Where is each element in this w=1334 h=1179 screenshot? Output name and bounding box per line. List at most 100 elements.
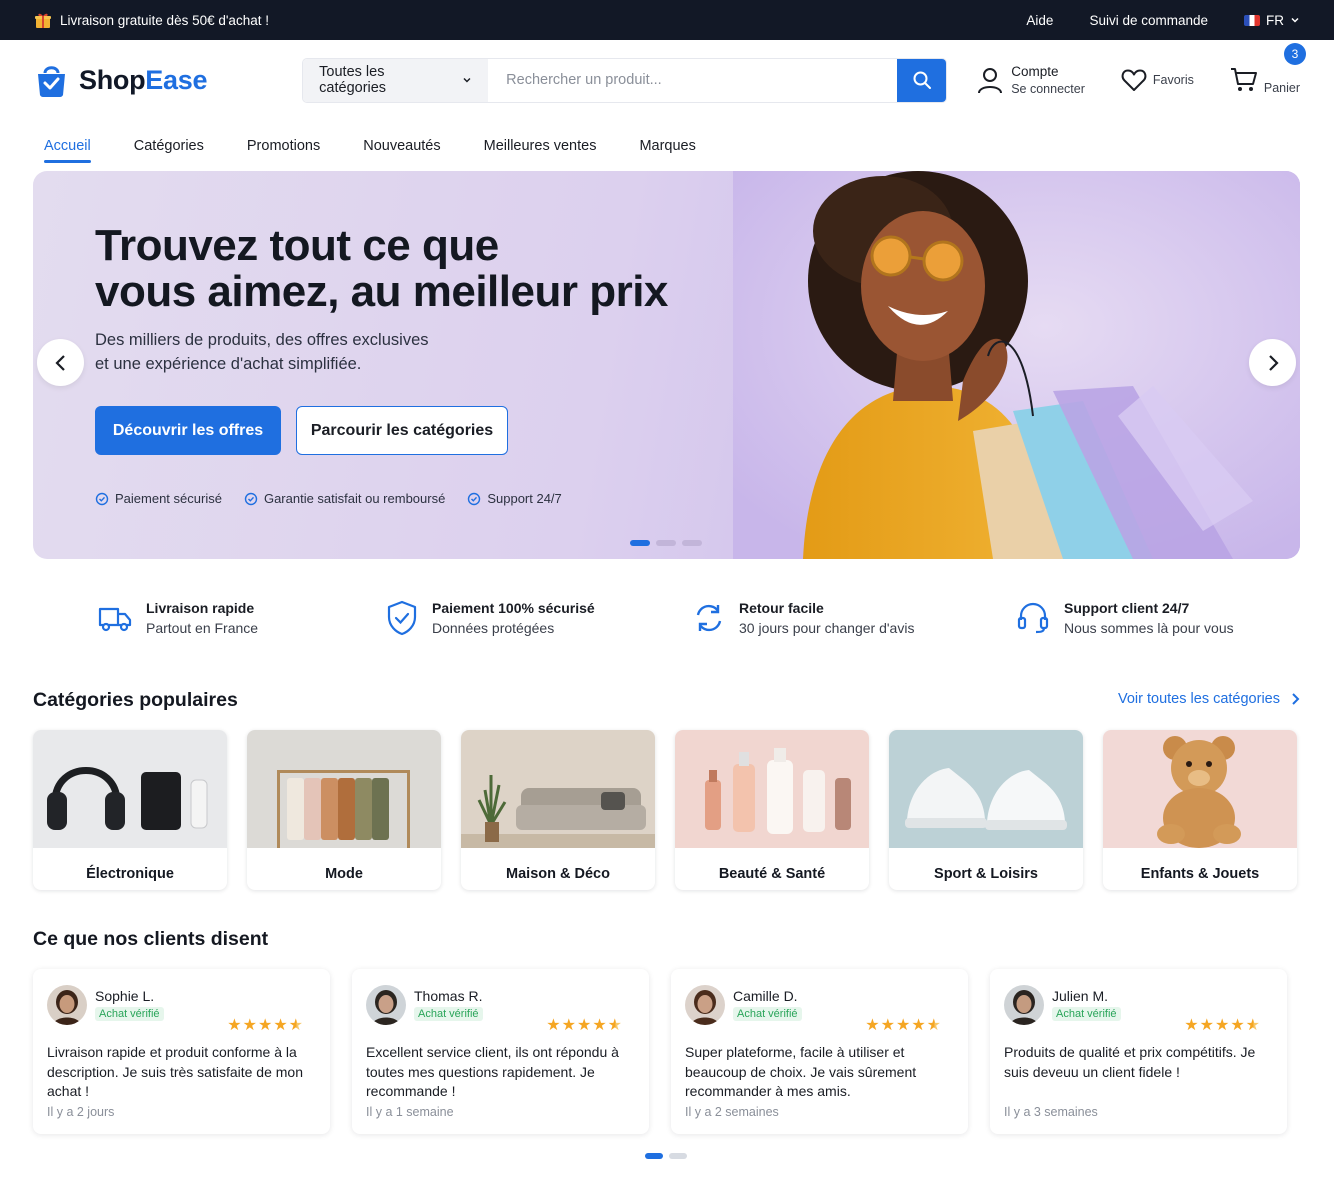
review-text: Excellent service client, ils ont répond… xyxy=(366,1044,619,1099)
category-card-sports[interactable]: Sport & Loisirs xyxy=(889,730,1083,890)
review-date: Il y a 1 semaine xyxy=(366,1105,454,1119)
account-subtitle: Se connecter xyxy=(1011,82,1085,96)
review-text: Produits de qualité et prix compétitifs.… xyxy=(1004,1044,1256,1080)
slide-dot[interactable] xyxy=(656,540,676,546)
brand-name-part1: Shop xyxy=(79,64,146,95)
verified-purchase-badge: Achat vérifié xyxy=(733,1007,802,1021)
category-name: Sport & Loisirs xyxy=(934,866,1038,882)
reviews-page-indicator xyxy=(645,1153,687,1159)
account-button[interactable]: Compte Se connecter xyxy=(977,64,1085,96)
avatar xyxy=(685,985,725,1025)
hero-title: Trouvez tout ce que vous aimez, au meill… xyxy=(95,223,668,315)
electronics-image xyxy=(33,730,227,848)
cart-button[interactable]: Panier 3 xyxy=(1230,43,1306,95)
account-title: Compte xyxy=(1011,64,1059,79)
discover-offers-button[interactable]: Découvrir les offres xyxy=(95,406,281,455)
nav-item[interactable]: Marques xyxy=(639,120,695,171)
category-card-electronics[interactable]: Électronique xyxy=(33,730,227,890)
truck-icon xyxy=(98,607,132,632)
hero-subtitle-line2: et une expérience d'achat simplifiée. xyxy=(95,355,362,373)
favorites-button[interactable]: Favoris xyxy=(1121,68,1194,92)
category-card-beauty[interactable]: Beauté & Santé xyxy=(675,730,869,890)
hero-subtitle: Des milliers de produits, des offres exc… xyxy=(95,328,429,376)
nav-item[interactable]: Meilleures ventes xyxy=(484,120,597,171)
hero-woman-shopping-image xyxy=(733,171,1300,559)
rating-stars: ★★★★★ xyxy=(865,1017,942,1034)
chevron-left-icon xyxy=(54,354,65,371)
feature-title: Support client 24/7 xyxy=(1064,600,1190,616)
sneakers-image xyxy=(889,730,1083,848)
category-dropdown-label: Toutes les catégories xyxy=(319,64,387,96)
beauty-products-image xyxy=(675,730,869,848)
order-tracking-link[interactable]: Suivi de commande xyxy=(1089,13,1208,28)
see-all-categories-link[interactable]: Voir toutes les catégories xyxy=(1118,691,1300,707)
nav-item[interactable]: Accueil xyxy=(44,120,91,171)
trust-badge-label: Support 24/7 xyxy=(487,491,562,506)
chevron-right-icon xyxy=(1292,693,1300,705)
favorites-label: Favoris xyxy=(1152,73,1194,87)
feature-subtitle: Nous sommes là pour vous xyxy=(1064,620,1234,636)
check-circle-icon xyxy=(468,492,481,505)
trust-badge-label: Garantie satisfait ou remboursé xyxy=(263,491,446,506)
hero-trust-badges: Paiement sécurisé Garantie satisfait ou r… xyxy=(95,491,562,506)
search-input[interactable] xyxy=(488,58,898,102)
avatar xyxy=(366,985,406,1025)
feature-title: Paiement 100% sécurisé xyxy=(432,600,595,616)
hero-next-button[interactable] xyxy=(1249,339,1296,386)
feature-title: Livraison rapide xyxy=(146,600,255,616)
category-card-fashion[interactable]: Mode xyxy=(247,730,441,890)
language-selector[interactable]: FR xyxy=(1244,13,1300,28)
review-date: Il y a 2 semaines xyxy=(685,1105,779,1119)
avatar xyxy=(47,985,87,1025)
heart-icon xyxy=(1121,69,1147,91)
review-card: Sophie L. Achat vérifié ★★★★★ Livraison rap… xyxy=(33,969,330,1134)
reviews-title: Ce que nos clients disent xyxy=(33,928,269,950)
category-name: Beauté & Santé xyxy=(718,866,826,882)
gift-icon xyxy=(35,13,51,28)
category-card-kids[interactable]: Enfants & Jouets xyxy=(1103,730,1297,890)
rating-stars: ★★★★★ xyxy=(227,1017,304,1034)
cart-icon xyxy=(1230,68,1257,91)
category-grid: Électronique Mode Maison & Déco Beauté &… xyxy=(33,730,1297,890)
help-link[interactable]: Aide xyxy=(1026,13,1053,28)
verified-purchase-badge: Achat vérifié xyxy=(1052,1007,1121,1021)
review-card: Julien M. Achat vérifié ★★★★★ Produits de q… xyxy=(990,969,1287,1134)
language-label: FR xyxy=(1266,12,1284,28)
slide-dot[interactable] xyxy=(630,540,650,546)
feature-title: Retour facile xyxy=(739,600,824,616)
verified-purchase-badge: Achat vérifié xyxy=(414,1007,483,1021)
shield-check-icon xyxy=(387,600,417,636)
review-text: Super plateforme, facile à utiliser et b… xyxy=(685,1044,917,1099)
feature-support: Support client 24/7 Nous sommes là pour v… xyxy=(1016,600,1234,636)
promo-text: Livraison gratuite dès 50€ d'achat ! xyxy=(60,12,269,28)
review-date: Il y a 3 semaines xyxy=(1004,1105,1098,1119)
review-card: Camille D. Achat vérifié ★★★★★ Super platef… xyxy=(671,969,968,1134)
check-circle-icon xyxy=(244,492,258,505)
france-flag-icon xyxy=(1244,14,1260,26)
avatar xyxy=(1004,985,1044,1025)
page-dot[interactable] xyxy=(669,1153,687,1159)
category-dropdown[interactable]: Toutes les catégories xyxy=(303,58,489,102)
page-dot[interactable] xyxy=(645,1153,663,1159)
nav-item[interactable]: Nouveautés xyxy=(363,120,440,171)
feature-subtitle: 30 jours pour changer d'avis xyxy=(739,620,915,636)
category-card-home[interactable]: Maison & Déco xyxy=(461,730,655,890)
refresh-icon xyxy=(696,604,722,632)
reviewer-name: Thomas R. xyxy=(414,988,483,1004)
feature-secure-payment: Paiement 100% sécurisé Données protégées xyxy=(386,600,595,636)
brand-name: ShopEase xyxy=(79,65,207,96)
review-date: Il y a 2 jours xyxy=(47,1105,115,1119)
user-icon xyxy=(978,68,1003,94)
category-name: Électronique xyxy=(86,866,174,882)
reviewer-name: Camille D. xyxy=(733,988,798,1004)
browse-categories-button[interactable]: Parcourir les catégories xyxy=(296,406,508,455)
hero-prev-button[interactable] xyxy=(37,339,84,386)
nav-item[interactable]: Catégories xyxy=(134,120,204,171)
nav-item[interactable]: Promotions xyxy=(247,120,320,171)
search-button[interactable] xyxy=(897,58,947,102)
logo[interactable]: ShopEase xyxy=(34,62,207,98)
category-name: Maison & Déco xyxy=(506,866,610,882)
fashion-image xyxy=(247,730,441,848)
slide-dot[interactable] xyxy=(682,540,702,546)
rating-stars: ★★★★★ xyxy=(1184,1017,1261,1034)
